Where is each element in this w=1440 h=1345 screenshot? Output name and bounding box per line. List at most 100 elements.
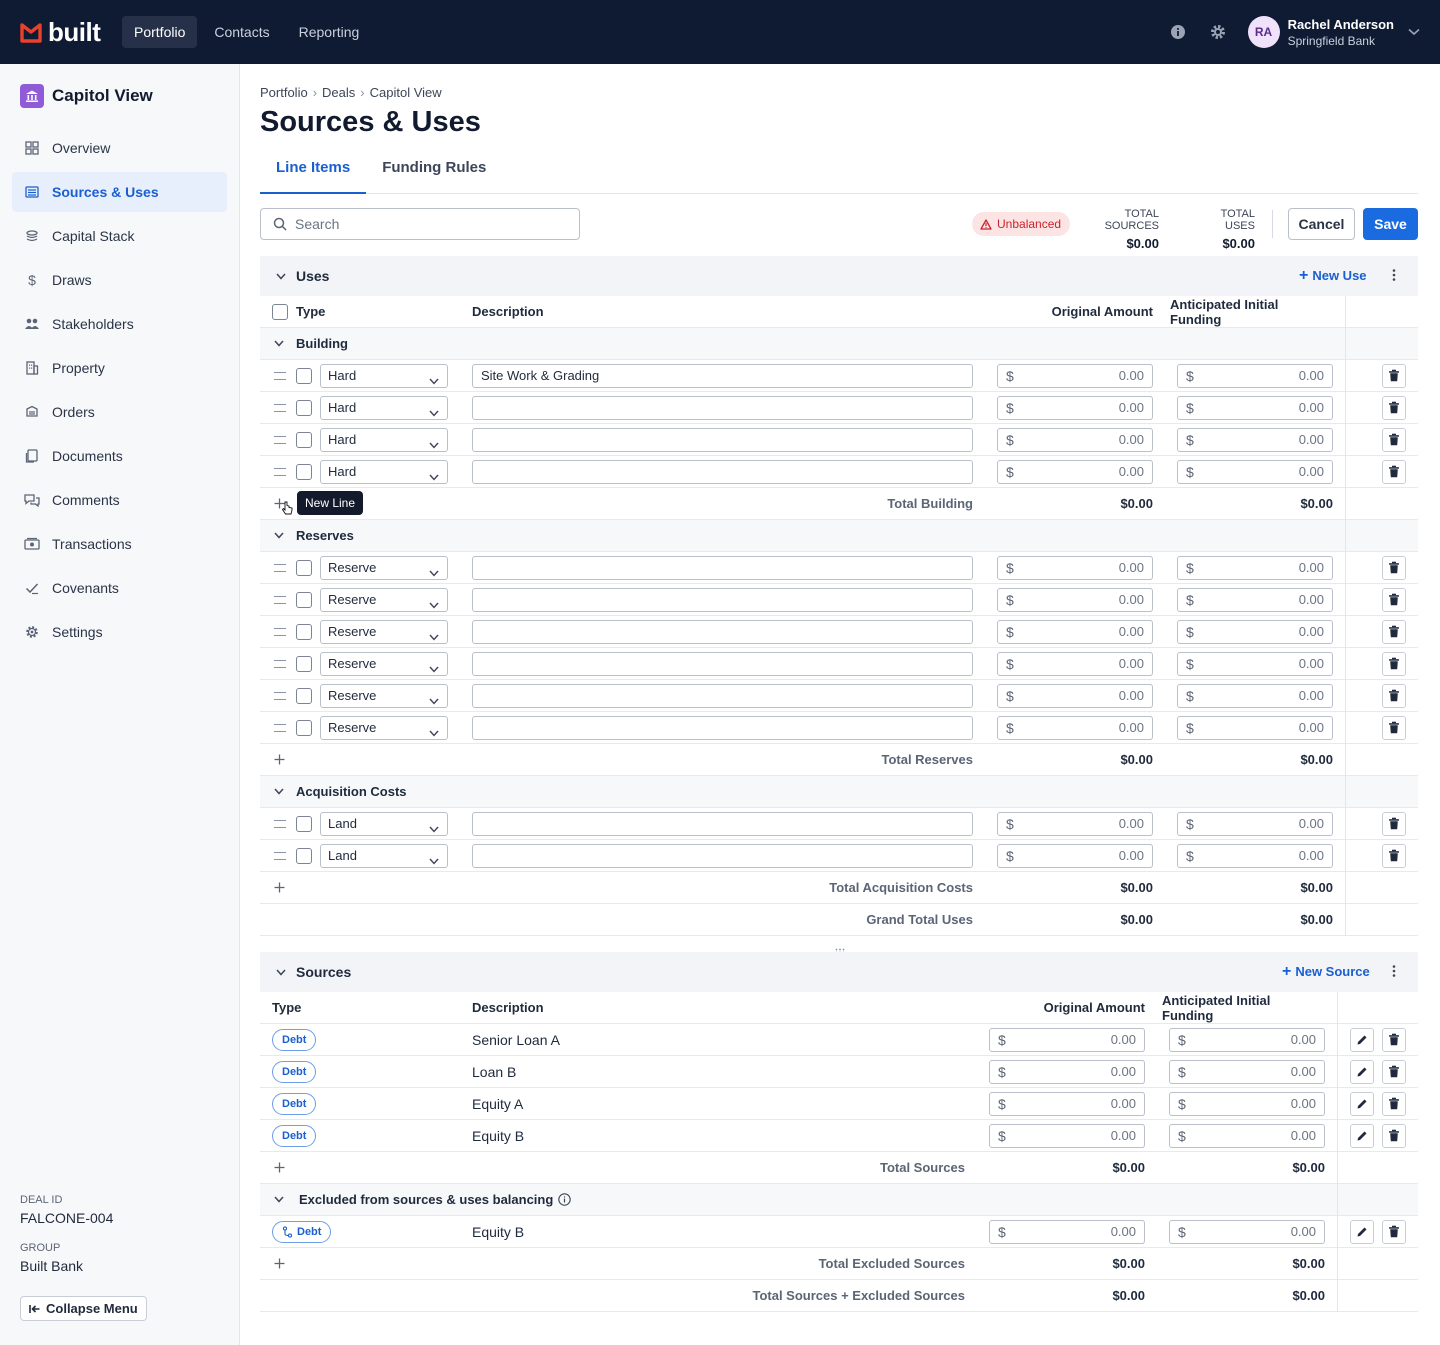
sidebar-item-settings[interactable]: Settings <box>12 612 227 652</box>
topnav-contacts[interactable]: Contacts <box>202 16 281 48</box>
delete-button[interactable] <box>1382 459 1406 484</box>
delete-button[interactable] <box>1382 587 1406 612</box>
amount-input[interactable]: $0.00 <box>989 1091 1145 1116</box>
breadcrumb-deals[interactable]: Deals <box>322 85 355 100</box>
add-line-button[interactable] <box>274 744 286 775</box>
sidebar-item-comments[interactable]: Comments <box>12 480 227 520</box>
info-icon[interactable] <box>558 1193 572 1206</box>
drag-handle-icon[interactable] <box>274 851 286 860</box>
delete-button[interactable] <box>1382 427 1406 452</box>
edit-button[interactable] <box>1350 1027 1374 1052</box>
description-input[interactable] <box>472 715 973 740</box>
amount-input[interactable]: $0.00 <box>1177 619 1333 644</box>
save-button[interactable]: Save <box>1363 208 1418 240</box>
avatar[interactable]: RA <box>1247 16 1280 48</box>
edit-button[interactable] <box>1350 1219 1374 1244</box>
info-icon[interactable] <box>1168 22 1188 42</box>
breadcrumb-capitol-view[interactable]: Capitol View <box>370 85 442 100</box>
amount-input[interactable]: $0.00 <box>1169 1091 1325 1116</box>
amount-input[interactable]: $0.00 <box>1177 395 1333 420</box>
type-select[interactable]: Hard <box>320 427 448 452</box>
chevron-down-icon[interactable] <box>276 273 286 280</box>
more-vertical-icon[interactable] <box>1392 268 1396 282</box>
drag-handle-icon[interactable] <box>274 435 286 444</box>
amount-input[interactable]: $0.00 <box>1177 363 1333 388</box>
drag-handle-icon[interactable] <box>274 691 286 700</box>
type-select[interactable]: Hard <box>320 459 448 484</box>
type-select[interactable]: Land <box>320 811 448 836</box>
sidebar-item-documents[interactable]: Documents <box>12 436 227 476</box>
sidebar-item-overview[interactable]: Overview <box>12 128 227 168</box>
new-use-button[interactable]: + New Use <box>1299 268 1367 284</box>
description-input[interactable] <box>472 811 973 836</box>
row-checkbox[interactable] <box>296 399 312 416</box>
amount-input[interactable]: $0.00 <box>997 555 1153 580</box>
delete-button[interactable] <box>1382 843 1406 868</box>
add-source-button[interactable] <box>274 1152 286 1183</box>
description-input[interactable] <box>472 843 973 868</box>
amount-input[interactable]: $0.00 <box>989 1027 1145 1052</box>
table-cell[interactable] <box>274 520 288 551</box>
type-select[interactable]: Reserve <box>320 619 448 644</box>
amount-input[interactable]: $0.00 <box>1177 811 1333 836</box>
amount-input[interactable]: $0.00 <box>997 459 1153 484</box>
tab-line-items[interactable]: Line Items <box>260 158 367 194</box>
add-source-button[interactable] <box>274 1248 286 1279</box>
sidebar-item-capital-stack[interactable]: Capital Stack <box>12 216 227 256</box>
amount-input[interactable]: $0.00 <box>997 395 1153 420</box>
amount-input[interactable]: $0.00 <box>989 1219 1145 1244</box>
delete-button[interactable] <box>1382 363 1406 388</box>
sidebar-item-property[interactable]: Property <box>12 348 227 388</box>
built-logo[interactable]: built <box>20 17 120 48</box>
select-all-checkbox[interactable] <box>272 303 288 320</box>
amount-input[interactable]: $0.00 <box>1169 1027 1325 1052</box>
user-info[interactable]: Rachel Anderson Springfield Bank <box>1288 17 1394 48</box>
delete-button[interactable] <box>1382 651 1406 676</box>
amount-input[interactable]: $0.00 <box>1177 459 1333 484</box>
description-input[interactable] <box>472 651 973 676</box>
delete-button[interactable] <box>1382 715 1406 740</box>
table-cell[interactable] <box>274 328 288 359</box>
drag-handle-icon[interactable] <box>274 563 286 572</box>
delete-button[interactable] <box>1382 619 1406 644</box>
amount-input[interactable]: $0.00 <box>989 1059 1145 1084</box>
edit-button[interactable] <box>1350 1059 1374 1084</box>
chevron-down-icon[interactable] <box>1408 28 1420 36</box>
amount-input[interactable]: $0.00 <box>997 811 1153 836</box>
amount-input[interactable]: $0.00 <box>1177 587 1333 612</box>
drag-handle-icon[interactable] <box>274 595 286 604</box>
row-checkbox[interactable] <box>296 559 312 576</box>
drag-handle-icon[interactable] <box>274 371 286 380</box>
row-checkbox[interactable] <box>296 687 312 704</box>
amount-input[interactable]: $0.00 <box>1177 555 1333 580</box>
description-input[interactable] <box>472 395 973 420</box>
edit-button[interactable] <box>1350 1123 1374 1148</box>
type-select[interactable]: Reserve <box>320 683 448 708</box>
row-checkbox[interactable] <box>296 367 312 384</box>
delete-button[interactable] <box>1382 555 1406 580</box>
description-input[interactable] <box>472 427 973 452</box>
drag-handle-icon[interactable] <box>274 819 286 828</box>
description-input[interactable] <box>472 683 973 708</box>
drag-handle-icon[interactable] <box>274 627 286 636</box>
row-checkbox[interactable] <box>296 463 312 480</box>
sidebar-item-transactions[interactable]: Transactions <box>12 524 227 564</box>
delete-button[interactable] <box>1382 1059 1406 1084</box>
table-cell[interactable] <box>274 776 288 807</box>
amount-input[interactable]: $0.00 <box>989 1123 1145 1148</box>
table-cell[interactable] <box>274 1184 288 1215</box>
amount-input[interactable]: $0.00 <box>1177 651 1333 676</box>
amount-input[interactable]: $0.00 <box>997 715 1153 740</box>
description-input[interactable] <box>472 459 973 484</box>
sidebar-item-draws[interactable]: $ Draws <box>12 260 227 300</box>
sidebar-item-stakeholders[interactable]: Stakeholders <box>12 304 227 344</box>
delete-button[interactable] <box>1382 811 1406 836</box>
amount-input[interactable]: $0.00 <box>997 427 1153 452</box>
amount-input[interactable]: $0.00 <box>1169 1059 1325 1084</box>
drag-handle-icon[interactable] <box>274 467 286 476</box>
type-select[interactable]: Hard <box>320 363 448 388</box>
description-input[interactable] <box>472 555 973 580</box>
amount-input[interactable]: $0.00 <box>1177 843 1333 868</box>
search-input[interactable] <box>295 216 565 232</box>
sidebar-item-sources-uses[interactable]: Sources & Uses <box>12 172 227 212</box>
